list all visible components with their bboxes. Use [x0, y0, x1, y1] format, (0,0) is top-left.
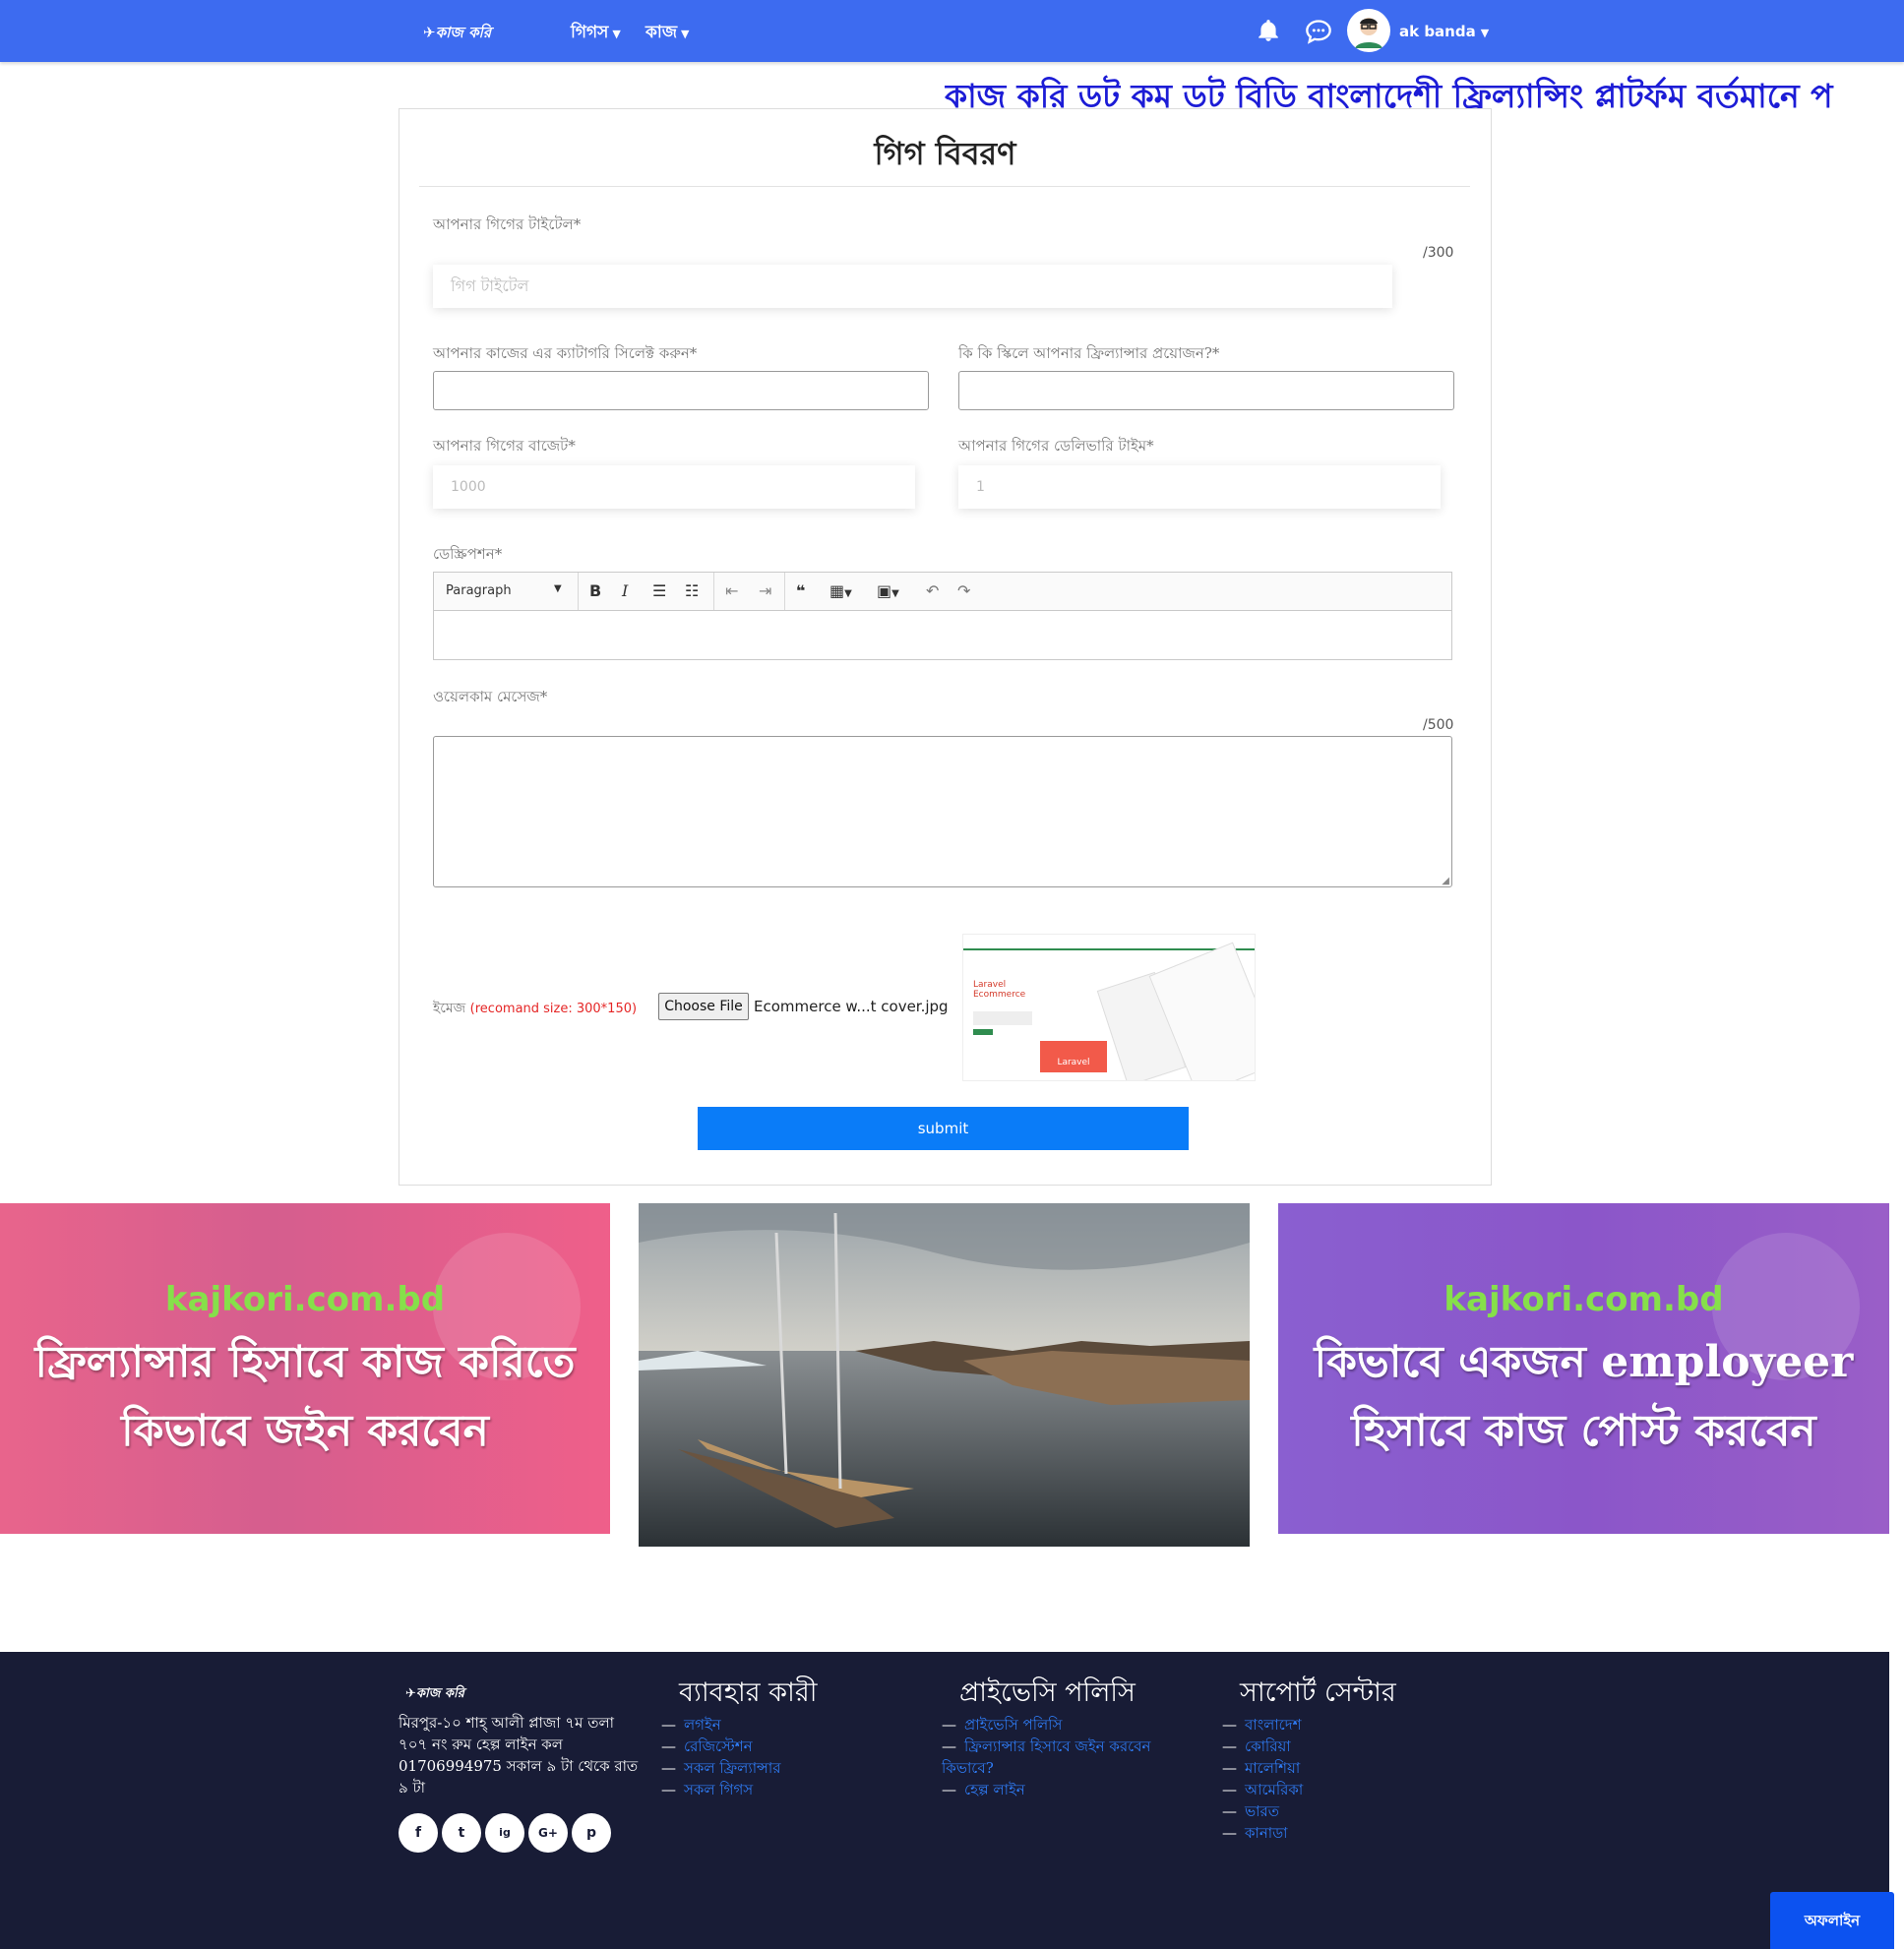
gig-form-card: গিগ বিবরণ আপনার গিগের টাইটেল* /300 গিগ ট…: [399, 108, 1492, 1186]
page-title: গিগ বিবরণ: [874, 135, 1016, 172]
chevron-down-icon: ▼: [554, 583, 562, 594]
gig-title-label: আপনার গিগের টাইটেল*: [433, 215, 582, 233]
numbered-list-icon[interactable]: ☷: [685, 581, 699, 600]
pinterest-icon[interactable]: p: [572, 1813, 611, 1853]
image-preview: Laravel Ecommerce Laravel: [962, 934, 1256, 1081]
welcome-message-label: ওয়েলকাম মেসেজ*: [433, 688, 548, 705]
banner-site-name: kajkori.com.bd: [1443, 1280, 1724, 1319]
preview-button: [973, 1029, 993, 1035]
footer-link[interactable]: — বাংলাদেশ: [1222, 1714, 1419, 1736]
welcome-message-counter: /500: [1423, 717, 1454, 733]
footer-link[interactable]: — লগইন: [661, 1714, 858, 1736]
footer-link[interactable]: — ফ্রিল্যান্সার হিসাবে জইন করবেন কিভাবে?: [942, 1736, 1168, 1779]
indent-icon[interactable]: ⇥: [759, 581, 771, 600]
submit-button[interactable]: submit: [698, 1107, 1189, 1150]
undo-icon[interactable]: ↶: [926, 581, 939, 600]
image-size-hint: (recomand size: 300*150): [469, 1002, 638, 1016]
footer-heading-privacy: প্রাইভেসি পলিসি: [959, 1677, 1136, 1708]
selected-file-name: Ecommerce w...t cover.jpg: [754, 998, 949, 1015]
footer-link[interactable]: — কোরিয়া: [1222, 1736, 1419, 1757]
footer-links-support: — বাংলাদেশ — কোরিয়া — মালেশিয়া — আমেরিকা —…: [1222, 1714, 1419, 1844]
user-menu[interactable]: ak banda ▼: [1399, 23, 1489, 40]
footer-link[interactable]: — কানাডা: [1222, 1822, 1419, 1844]
chat-icon[interactable]: [1305, 18, 1332, 45]
description-label: ডেস্ক্রিপশন*: [433, 545, 503, 563]
logo-icon: ✈: [405, 1686, 416, 1701]
banner-site-name: kajkori.com.bd: [164, 1280, 446, 1319]
media-embed-icon[interactable]: ▣▼: [877, 581, 899, 600]
bold-icon[interactable]: B: [589, 581, 601, 600]
banner-line-2: কিভাবে জইন করবেন: [121, 1406, 489, 1456]
bulleted-list-icon[interactable]: ☰: [652, 581, 666, 600]
footer-link[interactable]: — হেল্প লাইন: [942, 1779, 1168, 1800]
bell-icon[interactable]: [1256, 18, 1283, 45]
outdent-icon[interactable]: ⇤: [725, 581, 738, 600]
description-editor[interactable]: [433, 611, 1452, 660]
choose-file-button[interactable]: Choose File: [658, 993, 749, 1020]
image-label: ইমেজ (recomand size: 300*150): [433, 1001, 638, 1016]
banner-line-2: হিসাবে কাজ পোস্ট করবেন: [1351, 1406, 1816, 1456]
chevron-down-icon: ▼: [681, 28, 690, 40]
blockquote-icon[interactable]: ❝: [796, 581, 805, 600]
banner-line-1: ফ্রিল্যান্সার হিসাবে কাজ করিতে: [34, 1337, 576, 1387]
banner-line-1: কিভাবে একজন employeer: [1314, 1337, 1854, 1387]
footer-address: মিরপুর-১০ শাহ্ আলী প্লাজা ৭ম তলা ৭০৭ নং …: [399, 1714, 639, 1797]
nav-menu-jobs[interactable]: কাজ ▼: [645, 20, 690, 47]
editor-toolbar: Paragraph ▼ B I ☰ ☷ ⇤ ⇥ ❝ ▦▼ ▣▼ ↶ ↷: [433, 572, 1452, 611]
banner-join-freelancer[interactable]: kajkori.com.bd ফ্রিল্যান্সার হিসাবে কাজ …: [0, 1203, 610, 1534]
footer-link[interactable]: — সকল ফ্রিল্যান্সার: [661, 1757, 858, 1779]
footer-logo[interactable]: ✈কাজ করি: [405, 1684, 464, 1705]
twitter-icon[interactable]: t: [442, 1813, 481, 1853]
footer-link[interactable]: — ভারত: [1222, 1800, 1419, 1822]
nav-menu-gigs[interactable]: গিগস ▼: [571, 20, 621, 47]
footer-link[interactable]: — সকল গিগস: [661, 1779, 858, 1800]
divider: [419, 186, 1470, 187]
preview-header: [963, 935, 1255, 950]
category-label: আপনার কাজের এর ক্যাটাগরি সিলেক্ট করুন*: [433, 344, 698, 362]
instagram-icon[interactable]: ig: [485, 1813, 524, 1853]
footer-heading-users: ব্যাবহার কারী: [679, 1677, 818, 1708]
sailboat-photo: [639, 1203, 1250, 1547]
welcome-message-textarea[interactable]: ◢: [433, 736, 1452, 887]
delivery-time-label: আপনার গিগের ডেলিভারি টাইম*: [958, 437, 1154, 455]
logo-icon: ✈: [423, 24, 436, 41]
category-select[interactable]: [433, 371, 929, 410]
banner-photo-sailboat[interactable]: [639, 1203, 1250, 1547]
redo-icon[interactable]: ↷: [957, 581, 970, 600]
gig-title-counter: /300: [1423, 245, 1454, 261]
table-icon[interactable]: ▦▼: [829, 581, 852, 600]
italic-icon[interactable]: I: [622, 581, 628, 600]
heading-select[interactable]: Paragraph ▼: [446, 583, 562, 598]
budget-label: আপনার গিগের বাজেট*: [433, 437, 576, 455]
skills-input[interactable]: [958, 371, 1454, 410]
preview-text: [973, 1011, 1032, 1025]
footer-links-privacy: — প্রাইভেসি পলিসি — ফ্রিল্যান্সার হিসাবে জ…: [942, 1714, 1168, 1800]
preview-title: Laravel Ecommerce: [973, 980, 1026, 1000]
footer-link[interactable]: — প্রাইভেসি পলিসি: [942, 1714, 1168, 1736]
user-avatar[interactable]: [1347, 9, 1390, 52]
offline-status-button[interactable]: অফলাইন: [1770, 1892, 1894, 1949]
banner-post-job[interactable]: kajkori.com.bd কিভাবে একজন employeer হিস…: [1278, 1203, 1889, 1534]
skills-label: কি কি স্কিলে আপনার ফ্রিল্যান্সার প্রয়োজ…: [958, 344, 1220, 362]
site-footer: [0, 1652, 1889, 1949]
facebook-icon[interactable]: f: [399, 1813, 438, 1853]
site-logo[interactable]: ✈কাজ করি: [423, 22, 491, 46]
preview-badge: Laravel: [1040, 1041, 1107, 1072]
top-navbar: ✈কাজ করি গিগস ▼ কাজ ▼ ak banda ▼: [0, 0, 1904, 62]
footer-links-users: — লগইন — রেজিস্টেশন — সকল ফ্রিল্যান্সার — সক…: [661, 1714, 858, 1800]
chevron-down-icon: ▼: [612, 28, 621, 40]
chevron-down-icon: ▼: [1480, 27, 1490, 39]
toolbar-separator: [784, 573, 785, 610]
budget-input[interactable]: 1000: [433, 465, 915, 509]
toolbar-separator: [713, 573, 714, 610]
gig-title-input[interactable]: গিগ টাইটেল: [433, 265, 1392, 308]
footer-link[interactable]: — আমেরিকা: [1222, 1779, 1419, 1800]
footer-heading-support: সাপোর্ট সেন্টার: [1240, 1677, 1396, 1708]
footer-link[interactable]: — রেজিস্টেশন: [661, 1736, 858, 1757]
resize-handle-icon[interactable]: ◢: [1442, 876, 1449, 886]
google-plus-icon[interactable]: G+: [528, 1813, 568, 1853]
footer-link[interactable]: — মালেশিয়া: [1222, 1757, 1419, 1779]
delivery-time-input[interactable]: 1: [958, 465, 1441, 509]
toolbar-separator: [578, 573, 579, 610]
